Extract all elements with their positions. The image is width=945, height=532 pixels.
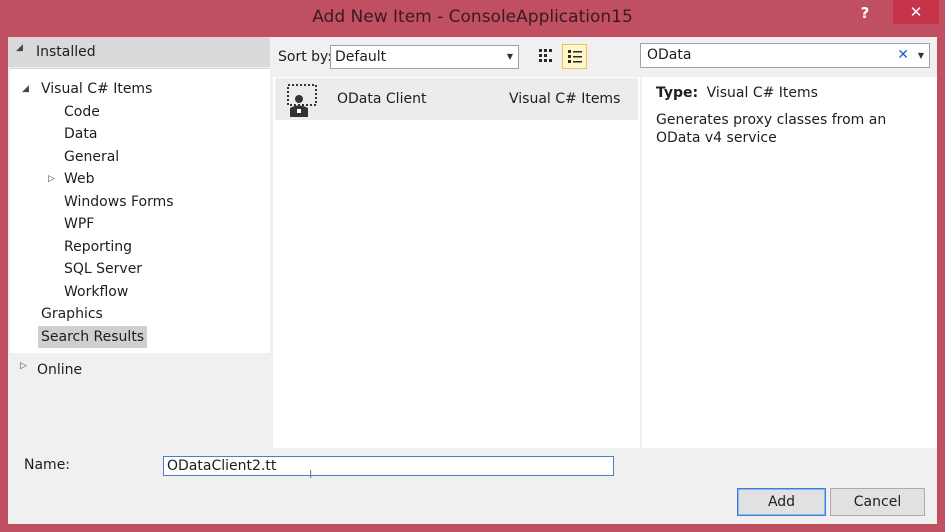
name-footer: Name: ODataClient2.tt I Add Cancel	[8, 448, 937, 524]
tree-node-search-results[interactable]: Search Results	[38, 326, 148, 348]
tree-node-windows-forms[interactable]: Windows Forms	[61, 191, 177, 213]
name-field[interactable]: ODataClient2.tt	[163, 456, 614, 476]
item-name: OData Client	[337, 91, 427, 107]
search-dropdown-icon[interactable]: ▼	[918, 44, 924, 67]
tree-node-workflow[interactable]: Workflow	[61, 281, 131, 303]
list-view-button[interactable]	[562, 44, 587, 69]
small-icons-view-icon	[538, 49, 552, 62]
odata-client-icon	[287, 84, 317, 117]
expanded-triangle-icon: ◢	[16, 43, 23, 53]
category-pane: ◢ Installed ◢ Visual C# Items Code Data …	[8, 37, 270, 448]
installed-tree: ◢ Visual C# Items Code Data General ▷ We…	[10, 68, 270, 353]
installed-header[interactable]: ◢ Installed	[8, 37, 270, 67]
template-pane: Sort by: Default ▼ OData Client Visual C…	[273, 37, 640, 448]
item-description: Generates proxy classes from an OData v4…	[656, 112, 887, 146]
details-pane: OData ✕ ▼ Type: Visual C# Items Generate…	[640, 37, 937, 448]
text-cursor-icon: I	[309, 468, 313, 481]
item-details: Type: Visual C# Items Generates proxy cl…	[642, 77, 937, 448]
item-category: Visual C# Items	[509, 91, 621, 107]
name-label: Name:	[24, 457, 71, 473]
tree-node-web[interactable]: Web	[61, 168, 98, 190]
close-button[interactable]: ✕	[893, 0, 939, 24]
search-box[interactable]: OData ✕ ▼	[640, 43, 930, 68]
list-view-icon	[567, 50, 582, 63]
small-icons-view-button[interactable]	[533, 44, 558, 69]
clear-search-icon[interactable]: ✕	[897, 44, 909, 67]
cancel-button[interactable]: Cancel	[830, 488, 925, 516]
online-label: Online	[37, 362, 83, 378]
type-label: Type:	[656, 85, 699, 101]
sort-by-label: Sort by:	[278, 49, 333, 65]
tree-node-wpf[interactable]: WPF	[61, 213, 97, 235]
type-row: Type: Visual C# Items	[656, 84, 923, 102]
title-bar[interactable]: Add New Item - ConsoleApplication15 ? ✕	[0, 0, 945, 36]
add-new-item-dialog: Add New Item - ConsoleApplication15 ? ✕ …	[0, 0, 945, 532]
sort-by-select[interactable]: Default ▼	[330, 45, 519, 69]
type-value: Visual C# Items	[706, 85, 818, 101]
dropdown-arrow-icon: ▼	[506, 52, 513, 61]
window-title: Add New Item - ConsoleApplication15	[312, 7, 633, 27]
installed-label: Installed	[36, 44, 96, 60]
sort-by-value: Default	[335, 49, 387, 65]
dialog-body: ◢ Installed ◢ Visual C# Items Code Data …	[8, 37, 937, 524]
template-list: OData Client Visual C# Items	[273, 77, 640, 448]
tree-node-general[interactable]: General	[61, 146, 122, 168]
list-item[interactable]: OData Client Visual C# Items	[275, 78, 638, 120]
tree-node-code[interactable]: Code	[61, 101, 103, 123]
online-header[interactable]: ▷ Online	[8, 355, 270, 385]
search-input[interactable]: OData	[647, 47, 691, 63]
tree-node-visual-csharp-items[interactable]: Visual C# Items	[38, 78, 155, 100]
help-button[interactable]: ?	[851, 0, 879, 26]
tree-node-graphics[interactable]: Graphics	[38, 303, 106, 325]
tree-node-data[interactable]: Data	[61, 123, 100, 145]
template-toolbar: Sort by: Default ▼	[273, 37, 640, 77]
collapsed-triangle-icon: ▷	[20, 361, 27, 371]
tree-node-reporting[interactable]: Reporting	[61, 236, 135, 258]
add-button[interactable]: Add	[737, 488, 826, 516]
tree-node-sql-server[interactable]: SQL Server	[61, 258, 145, 280]
collapsed-triangle-icon[interactable]: ▷	[48, 168, 55, 190]
expanded-triangle-icon[interactable]: ◢	[22, 78, 29, 100]
